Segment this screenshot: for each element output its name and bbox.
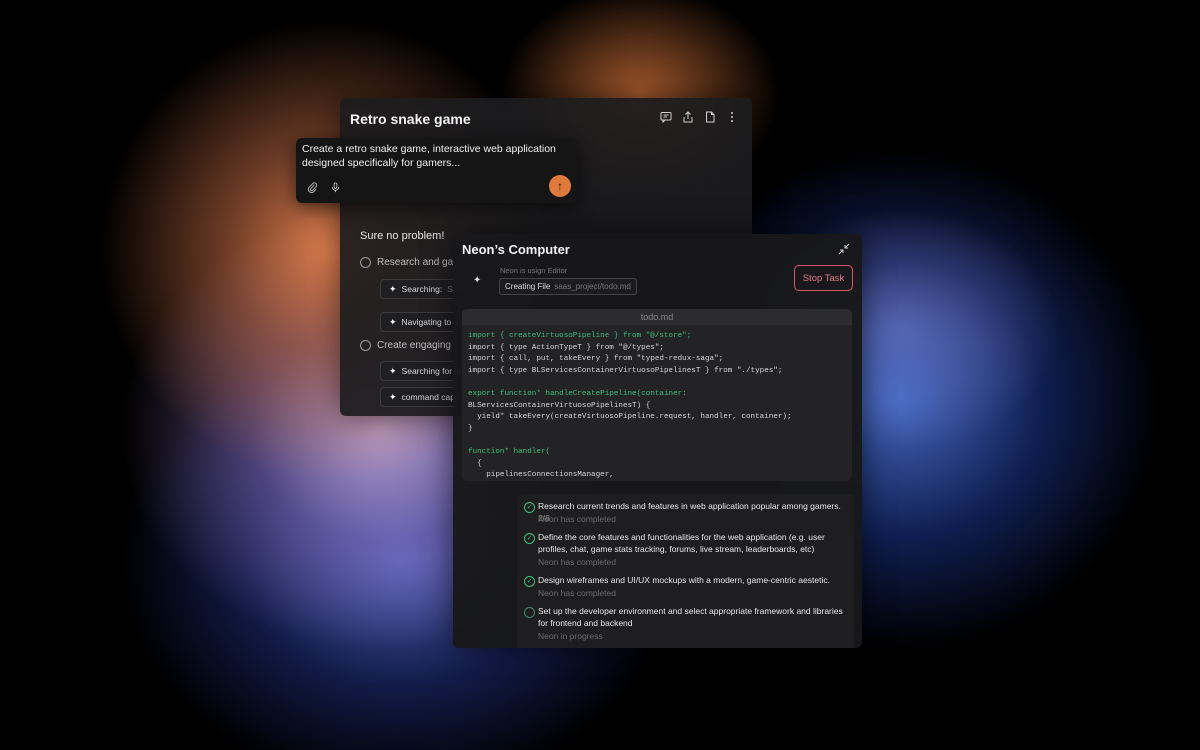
code-line: import { call, put, takeEvery } from "ty… [468, 355, 724, 364]
sparkle-icon: ✦ [389, 316, 397, 327]
code-line: } [468, 424, 473, 433]
check-circle-icon: ✓ [524, 502, 535, 513]
share-icon[interactable] [682, 111, 694, 123]
chat-title: Retro snake game [350, 111, 471, 127]
task-list: ✓ Research current trends and features in… [517, 494, 854, 648]
prompt-box[interactable]: Create a retro snake game, interactive w… [296, 138, 577, 203]
code-line: import { type ActionTypeT } from "@/type… [468, 343, 664, 352]
more-icon[interactable] [726, 111, 738, 123]
creating-label: Creating File [505, 282, 551, 291]
arrow-up-icon: ↑ [557, 179, 563, 193]
task-status: Neon has completed [538, 514, 616, 524]
paperclip-icon[interactable] [307, 182, 318, 193]
microphone-icon[interactable] [330, 182, 341, 193]
code-line: { [468, 459, 482, 468]
file-tab[interactable]: todo.md [462, 309, 852, 325]
sparkle-icon: ✦ [473, 275, 482, 286]
task-text: Define the core features and functionali… [538, 531, 848, 555]
computer-title: Neon’s Computer [462, 242, 570, 257]
sparkle-icon: ✦ [389, 283, 397, 294]
assistant-reply: Sure no problem! [360, 230, 445, 242]
task-status: Neon has completed [538, 588, 616, 598]
creating-file-chip: Creating File saas_project/todo.md [499, 278, 637, 295]
step-item: Research and ga [360, 257, 453, 268]
task-label: Research current trends and features in … [538, 501, 841, 511]
task-text: Design wireframes and UI/UX mockups with… [538, 574, 848, 586]
task-status: Neon has completed [538, 557, 616, 567]
check-circle-icon: ✓ [524, 533, 535, 544]
code-line: function* handler( [468, 447, 551, 456]
code-line: yield* takeEvery(createVirtuosoPipeline.… [468, 413, 792, 422]
task-label: Set up the developer environment and sel… [538, 606, 843, 628]
step-item: Create engaging [360, 340, 451, 351]
code-line: BLServicesContainerVirtuosoPipelinesT) { [468, 401, 651, 410]
send-button[interactable]: ↑ [549, 175, 571, 197]
sparkle-icon: ✦ [389, 391, 397, 402]
chat-toolbar [660, 111, 738, 123]
check-circle-icon: ✓ [524, 576, 535, 587]
chip-label: command capt [401, 392, 458, 402]
computer-panel: Neon’s Computer ✦ Neon is usign Editor C… [453, 234, 862, 648]
editor-status: Neon is usign Editor [500, 266, 568, 275]
task-text: Set up the developer environment and sel… [538, 605, 848, 629]
step-label: Research and ga [377, 257, 454, 268]
stop-task-button[interactable]: Stop Task [794, 265, 853, 291]
code-line: pipelinesConnectionsManager, [468, 471, 614, 480]
circle-icon [524, 607, 535, 618]
task-status: Neon in progress [538, 631, 603, 641]
chip-label: Navigating to u [401, 317, 459, 327]
code-line: export function* handleCreatePipeline(co… [468, 389, 687, 398]
prompt-tools [307, 182, 341, 193]
circle-check-icon [360, 340, 371, 351]
prompt-input[interactable]: Create a retro snake game, interactive w… [302, 143, 567, 170]
code-line: import { type BLServicesContainerVirtuos… [468, 366, 783, 375]
circle-check-icon [360, 257, 371, 268]
task-label: Define the core features and functionali… [538, 532, 825, 554]
chip-label: Searching: [401, 284, 443, 294]
code-content: import { createVirtuosoPipeline } from "… [462, 325, 852, 481]
chat-icon[interactable] [660, 111, 672, 123]
task-label: Design wireframes and UI/UX mockups with… [538, 575, 830, 585]
creating-path: saas_project/todo.md [554, 282, 631, 291]
code-editor: todo.md import { createVirtuosoPipeline … [462, 309, 852, 481]
sparkle-icon: ✦ [389, 365, 397, 376]
collapse-icon[interactable] [838, 243, 850, 255]
code-line: import { createVirtuosoPipeline } from "… [468, 332, 692, 340]
step-label: Create engaging [377, 340, 451, 351]
file-icon[interactable] [704, 111, 716, 123]
